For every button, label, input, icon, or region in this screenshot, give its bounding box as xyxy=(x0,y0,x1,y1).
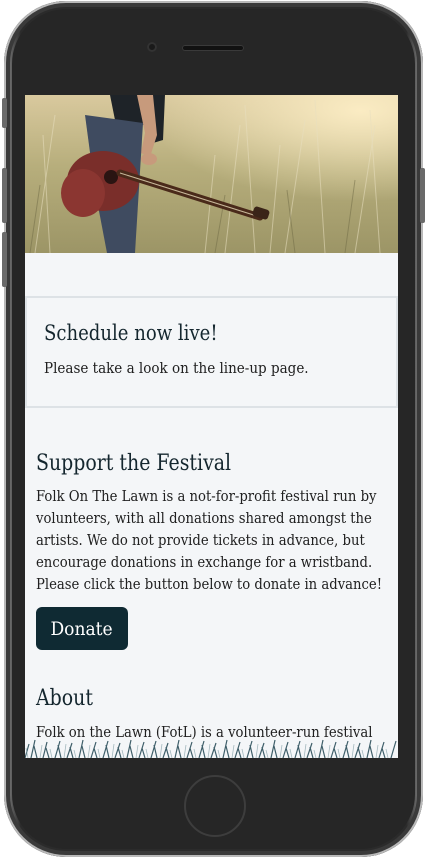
home-button[interactable] xyxy=(184,775,246,837)
volume-up-button xyxy=(2,168,7,223)
support-paragraph: Folk On The Lawn is a not-for-profit fes… xyxy=(36,485,388,595)
grass-decoration xyxy=(25,739,397,758)
donate-button-label: Donate xyxy=(50,617,114,640)
support-line: volunteers, with all donations shared am… xyxy=(36,509,372,527)
volume-down-button xyxy=(2,232,7,287)
phone-screen: Schedule now live! Please take a look on… xyxy=(25,95,398,758)
support-heading: Support the Festival xyxy=(36,451,232,476)
notice-text: Please take a look on the line-up page. xyxy=(44,359,309,377)
front-camera xyxy=(147,42,157,52)
support-line: artists. We do not provide tickets in ad… xyxy=(36,531,365,549)
support-line: encourage donations in exchange for a wr… xyxy=(36,553,373,571)
earpiece-speaker xyxy=(182,45,244,51)
guitar-in-field-photo xyxy=(29,95,381,253)
donate-button[interactable]: Donate xyxy=(36,607,128,650)
support-line: Please click the button below to donate … xyxy=(36,575,383,593)
about-heading: About xyxy=(36,686,93,711)
mute-switch xyxy=(2,98,7,128)
schedule-notice-card: Schedule now live! Please take a look on… xyxy=(25,296,398,408)
support-line: Folk On The Lawn is a not-for-profit fes… xyxy=(36,487,377,505)
hero-image xyxy=(25,95,398,253)
power-button xyxy=(420,168,425,223)
notice-title: Schedule now live! xyxy=(44,321,218,345)
